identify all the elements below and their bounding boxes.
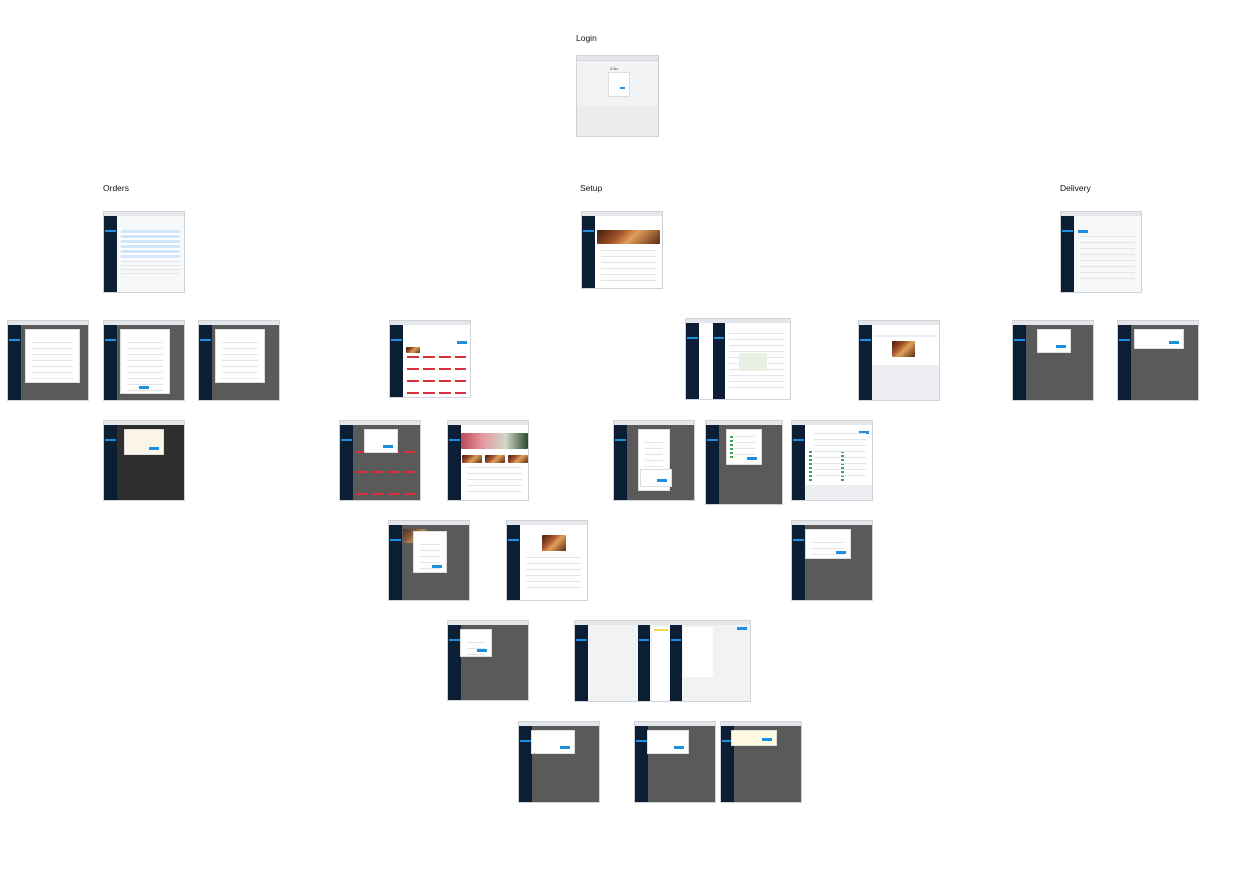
modal — [124, 429, 164, 455]
delivery-modal-1[interactable] — [1012, 320, 1094, 401]
modifier-setup-thumbnail[interactable] — [574, 620, 751, 702]
delivery-modal-2[interactable] — [1117, 320, 1199, 401]
sidebar — [104, 216, 117, 292]
modal — [120, 329, 170, 394]
content — [699, 323, 790, 399]
content — [117, 216, 184, 292]
order-detail-modal-1[interactable] — [7, 320, 89, 401]
content — [595, 216, 662, 288]
modal — [460, 629, 492, 657]
sidebar — [686, 323, 699, 399]
add-category-modal[interactable] — [613, 420, 695, 501]
content — [1074, 216, 1141, 292]
content — [872, 325, 939, 400]
menu-gallery-thumbnail[interactable] — [447, 420, 529, 501]
login-footer-area — [577, 105, 658, 136]
modal — [726, 429, 762, 465]
sidebar — [1118, 325, 1131, 400]
content — [588, 625, 750, 701]
modal — [215, 329, 265, 383]
login-button — [620, 87, 625, 89]
menu-items-grid-thumbnail[interactable] — [389, 320, 471, 398]
modal — [364, 429, 398, 453]
login-card — [608, 72, 630, 97]
login-screen-thumbnail[interactable]: Z.itu — [576, 55, 659, 137]
content — [403, 325, 470, 397]
sidebar — [199, 325, 212, 400]
modal — [531, 730, 575, 754]
modal — [731, 730, 777, 746]
sidebar — [104, 325, 117, 400]
sidebar — [104, 425, 117, 500]
modifier-modal-2[interactable] — [634, 721, 716, 803]
content — [461, 425, 528, 500]
modal — [805, 529, 851, 559]
browser-bar — [577, 56, 658, 61]
sidebar — [389, 525, 402, 600]
item-detail-thumbnail[interactable] — [506, 520, 588, 601]
sidebar — [390, 325, 403, 397]
sidebar — [792, 525, 805, 600]
hours-modal[interactable] — [705, 420, 783, 505]
section-label-login: Login — [576, 33, 597, 43]
location-setup-thumbnail[interactable] — [685, 318, 791, 400]
sidebar — [8, 325, 21, 400]
menu-item-edit-modal[interactable] — [339, 420, 421, 501]
category-modal[interactable] — [447, 620, 529, 701]
restaurant-profile-thumbnail[interactable] — [858, 320, 940, 401]
sidebar — [706, 425, 719, 504]
sidebar — [859, 325, 872, 400]
gallery-edit-modal[interactable] — [388, 520, 470, 601]
modal — [25, 329, 80, 383]
hours-schedule-thumbnail[interactable] — [791, 420, 873, 501]
order-confirm-modal[interactable] — [103, 420, 185, 501]
modal — [647, 730, 689, 754]
content — [520, 525, 587, 600]
sidebar — [340, 425, 353, 500]
sidebar — [575, 625, 588, 701]
order-detail-modal-3[interactable] — [198, 320, 280, 401]
setup-overview-thumbnail[interactable] — [581, 211, 663, 289]
sidebar — [614, 425, 627, 500]
modal — [1037, 329, 1071, 353]
sidebar — [792, 425, 805, 500]
sidebar — [582, 216, 595, 288]
section-label-orders: Orders — [103, 183, 129, 193]
login-brand: Z.itu — [610, 66, 618, 71]
modal-panel — [640, 469, 672, 487]
order-detail-modal-2[interactable] — [103, 320, 185, 401]
sidebar — [507, 525, 520, 600]
delivery-list-thumbnail[interactable] — [1060, 211, 1142, 293]
sidebar — [1061, 216, 1074, 292]
section-label-delivery: Delivery — [1060, 183, 1091, 193]
modal — [1134, 329, 1184, 349]
sidebar — [1013, 325, 1026, 400]
orders-list-thumbnail[interactable] — [103, 211, 185, 293]
modifier-modal-3[interactable] — [720, 721, 802, 803]
section-label-setup: Setup — [580, 183, 603, 193]
modifier-modal-1[interactable] — [518, 721, 600, 803]
content — [805, 425, 872, 500]
hours-edit-modal[interactable] — [791, 520, 873, 601]
sidebar — [448, 425, 461, 500]
modal — [413, 531, 447, 573]
